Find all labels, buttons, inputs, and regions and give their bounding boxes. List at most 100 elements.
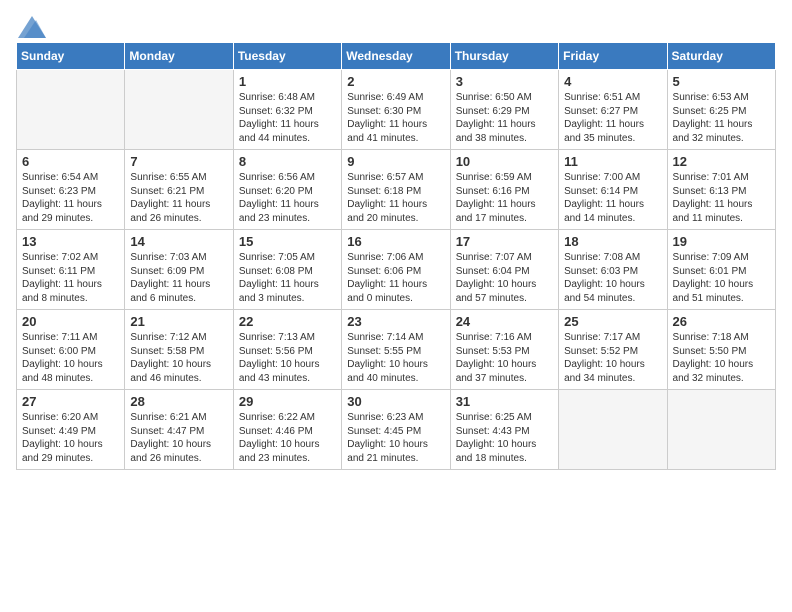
cell-info: Sunrise: 7:12 AMSunset: 5:58 PMDaylight:… [130,332,211,384]
calendar-cell: 5 Sunrise: 6:53 AMSunset: 6:25 PMDaylight… [667,70,775,150]
cell-info: Sunrise: 7:03 AMSunset: 6:09 PMDaylight:… [130,252,210,304]
day-number: 5 [673,74,770,89]
page-header [16,16,776,34]
cell-info: Sunrise: 7:17 AMSunset: 5:52 PMDaylight:… [564,332,645,384]
day-number: 25 [564,314,661,329]
cell-info: Sunrise: 7:13 AMSunset: 5:56 PMDaylight:… [239,332,320,384]
cell-info: Sunrise: 6:48 AMSunset: 6:32 PMDaylight:… [239,92,319,144]
day-number: 12 [673,154,770,169]
calendar-cell: 26 Sunrise: 7:18 AMSunset: 5:50 PMDayligh… [667,310,775,390]
cell-info: Sunrise: 6:51 AMSunset: 6:27 PMDaylight:… [564,92,644,144]
day-number: 8 [239,154,336,169]
day-number: 24 [456,314,553,329]
cell-info: Sunrise: 6:49 AMSunset: 6:30 PMDaylight:… [347,92,427,144]
calendar-cell: 21Sunrise: 7:12 AMSunset: 5:58 PMDayligh… [125,310,233,390]
cell-info: Sunrise: 6:25 AMSunset: 4:43 PMDaylight:… [456,412,537,464]
day-number: 14 [130,234,227,249]
column-header-sunday: Sunday [17,43,125,70]
calendar-cell: 1 Sunrise: 6:48 AMSunset: 6:32 PMDaylight… [233,70,341,150]
calendar-cell: 6 Sunrise: 6:54 AMSunset: 6:23 PMDaylight… [17,150,125,230]
column-header-friday: Friday [559,43,667,70]
day-number: 2 [347,74,444,89]
calendar-cell: 16Sunrise: 7:06 AMSunset: 6:06 PMDayligh… [342,230,450,310]
calendar-cell: 4Sunrise: 6:51 AMSunset: 6:27 PMDaylight… [559,70,667,150]
day-number: 13 [22,234,119,249]
calendar-cell: 31Sunrise: 6:25 AMSunset: 4:43 PMDayligh… [450,390,558,470]
day-number: 27 [22,394,119,409]
calendar-cell: 2 Sunrise: 6:49 AMSunset: 6:30 PMDaylight… [342,70,450,150]
day-number: 22 [239,314,336,329]
cell-info: Sunrise: 6:57 AMSunset: 6:18 PMDaylight:… [347,172,427,224]
calendar-week-row: 20Sunrise: 7:11 AMSunset: 6:00 PMDayligh… [17,310,776,390]
day-number: 26 [673,314,770,329]
calendar-cell: 25 Sunrise: 7:17 AMSunset: 5:52 PMDayligh… [559,310,667,390]
cell-info: Sunrise: 6:50 AMSunset: 6:29 PMDaylight:… [456,92,536,144]
calendar-cell: 29 Sunrise: 6:22 AMSunset: 4:46 PMDayligh… [233,390,341,470]
day-number: 11 [564,154,661,169]
column-header-tuesday: Tuesday [233,43,341,70]
calendar-week-row: 6 Sunrise: 6:54 AMSunset: 6:23 PMDaylight… [17,150,776,230]
column-header-saturday: Saturday [667,43,775,70]
cell-info: Sunrise: 7:01 AMSunset: 6:13 PMDaylight:… [673,172,753,224]
cell-info: Sunrise: 6:20 AMSunset: 4:49 PMDaylight:… [22,412,103,464]
day-number: 10 [456,154,553,169]
cell-info: Sunrise: 7:06 AMSunset: 6:06 PMDaylight:… [347,252,427,304]
day-number: 28 [130,394,227,409]
calendar-cell: 20Sunrise: 7:11 AMSunset: 6:00 PMDayligh… [17,310,125,390]
cell-info: Sunrise: 6:54 AMSunset: 6:23 PMDaylight:… [22,172,102,224]
cell-info: Sunrise: 6:22 AMSunset: 4:46 PMDaylight:… [239,412,320,464]
cell-info: Sunrise: 6:21 AMSunset: 4:47 PMDaylight:… [130,412,211,464]
cell-info: Sunrise: 7:05 AMSunset: 6:08 PMDaylight:… [239,252,319,304]
day-number: 29 [239,394,336,409]
calendar-cell: 10Sunrise: 6:59 AMSunset: 6:16 PMDayligh… [450,150,558,230]
calendar-cell: 30 Sunrise: 6:23 AMSunset: 4:45 PMDayligh… [342,390,450,470]
calendar-cell: 18 Sunrise: 7:08 AMSunset: 6:03 PMDayligh… [559,230,667,310]
calendar-week-row: 27 Sunrise: 6:20 AMSunset: 4:49 PMDayligh… [17,390,776,470]
calendar-cell: 14 Sunrise: 7:03 AMSunset: 6:09 PMDayligh… [125,230,233,310]
calendar-cell: 28 Sunrise: 6:21 AMSunset: 4:47 PMDayligh… [125,390,233,470]
logo-icon [18,16,46,38]
calendar-cell: 24 Sunrise: 7:16 AMSunset: 5:53 PMDayligh… [450,310,558,390]
day-number: 18 [564,234,661,249]
calendar-cell [667,390,775,470]
calendar-cell: 22 Sunrise: 7:13 AMSunset: 5:56 PMDayligh… [233,310,341,390]
day-number: 1 [239,74,336,89]
day-number: 19 [673,234,770,249]
calendar-cell: 15 Sunrise: 7:05 AMSunset: 6:08 PMDayligh… [233,230,341,310]
calendar-table: SundayMondayTuesdayWednesdayThursdayFrid… [16,42,776,470]
cell-info: Sunrise: 7:16 AMSunset: 5:53 PMDaylight:… [456,332,537,384]
calendar-header-row: SundayMondayTuesdayWednesdayThursdayFrid… [17,43,776,70]
calendar-cell: 17 Sunrise: 7:07 AMSunset: 6:04 PMDayligh… [450,230,558,310]
calendar-cell: 8Sunrise: 6:56 AMSunset: 6:20 PMDaylight… [233,150,341,230]
day-number: 30 [347,394,444,409]
cell-info: Sunrise: 6:53 AMSunset: 6:25 PMDaylight:… [673,92,753,144]
calendar-cell: 19Sunrise: 7:09 AMSunset: 6:01 PMDayligh… [667,230,775,310]
calendar-week-row: 13 Sunrise: 7:02 AMSunset: 6:11 PMDayligh… [17,230,776,310]
column-header-wednesday: Wednesday [342,43,450,70]
calendar-week-row: 1 Sunrise: 6:48 AMSunset: 6:32 PMDaylight… [17,70,776,150]
calendar-cell [17,70,125,150]
day-number: 7 [130,154,227,169]
cell-info: Sunrise: 7:07 AMSunset: 6:04 PMDaylight:… [456,252,537,304]
calendar-cell: 13 Sunrise: 7:02 AMSunset: 6:11 PMDayligh… [17,230,125,310]
column-header-monday: Monday [125,43,233,70]
calendar-cell: 12 Sunrise: 7:01 AMSunset: 6:13 PMDayligh… [667,150,775,230]
cell-info: Sunrise: 6:23 AMSunset: 4:45 PMDaylight:… [347,412,428,464]
day-number: 6 [22,154,119,169]
day-number: 23 [347,314,444,329]
calendar-cell: 27 Sunrise: 6:20 AMSunset: 4:49 PMDayligh… [17,390,125,470]
calendar-cell: 11 Sunrise: 7:00 AMSunset: 6:14 PMDayligh… [559,150,667,230]
cell-info: Sunrise: 7:02 AMSunset: 6:11 PMDaylight:… [22,252,102,304]
calendar-cell: 9Sunrise: 6:57 AMSunset: 6:18 PMDaylight… [342,150,450,230]
day-number: 15 [239,234,336,249]
cell-info: Sunrise: 7:11 AMSunset: 6:00 PMDaylight:… [22,332,103,384]
cell-info: Sunrise: 7:00 AMSunset: 6:14 PMDaylight:… [564,172,644,224]
day-number: 3 [456,74,553,89]
calendar-cell [125,70,233,150]
column-header-thursday: Thursday [450,43,558,70]
cell-info: Sunrise: 7:08 AMSunset: 6:03 PMDaylight:… [564,252,645,304]
day-number: 17 [456,234,553,249]
cell-info: Sunrise: 7:18 AMSunset: 5:50 PMDaylight:… [673,332,754,384]
calendar-cell [559,390,667,470]
logo [16,16,46,34]
